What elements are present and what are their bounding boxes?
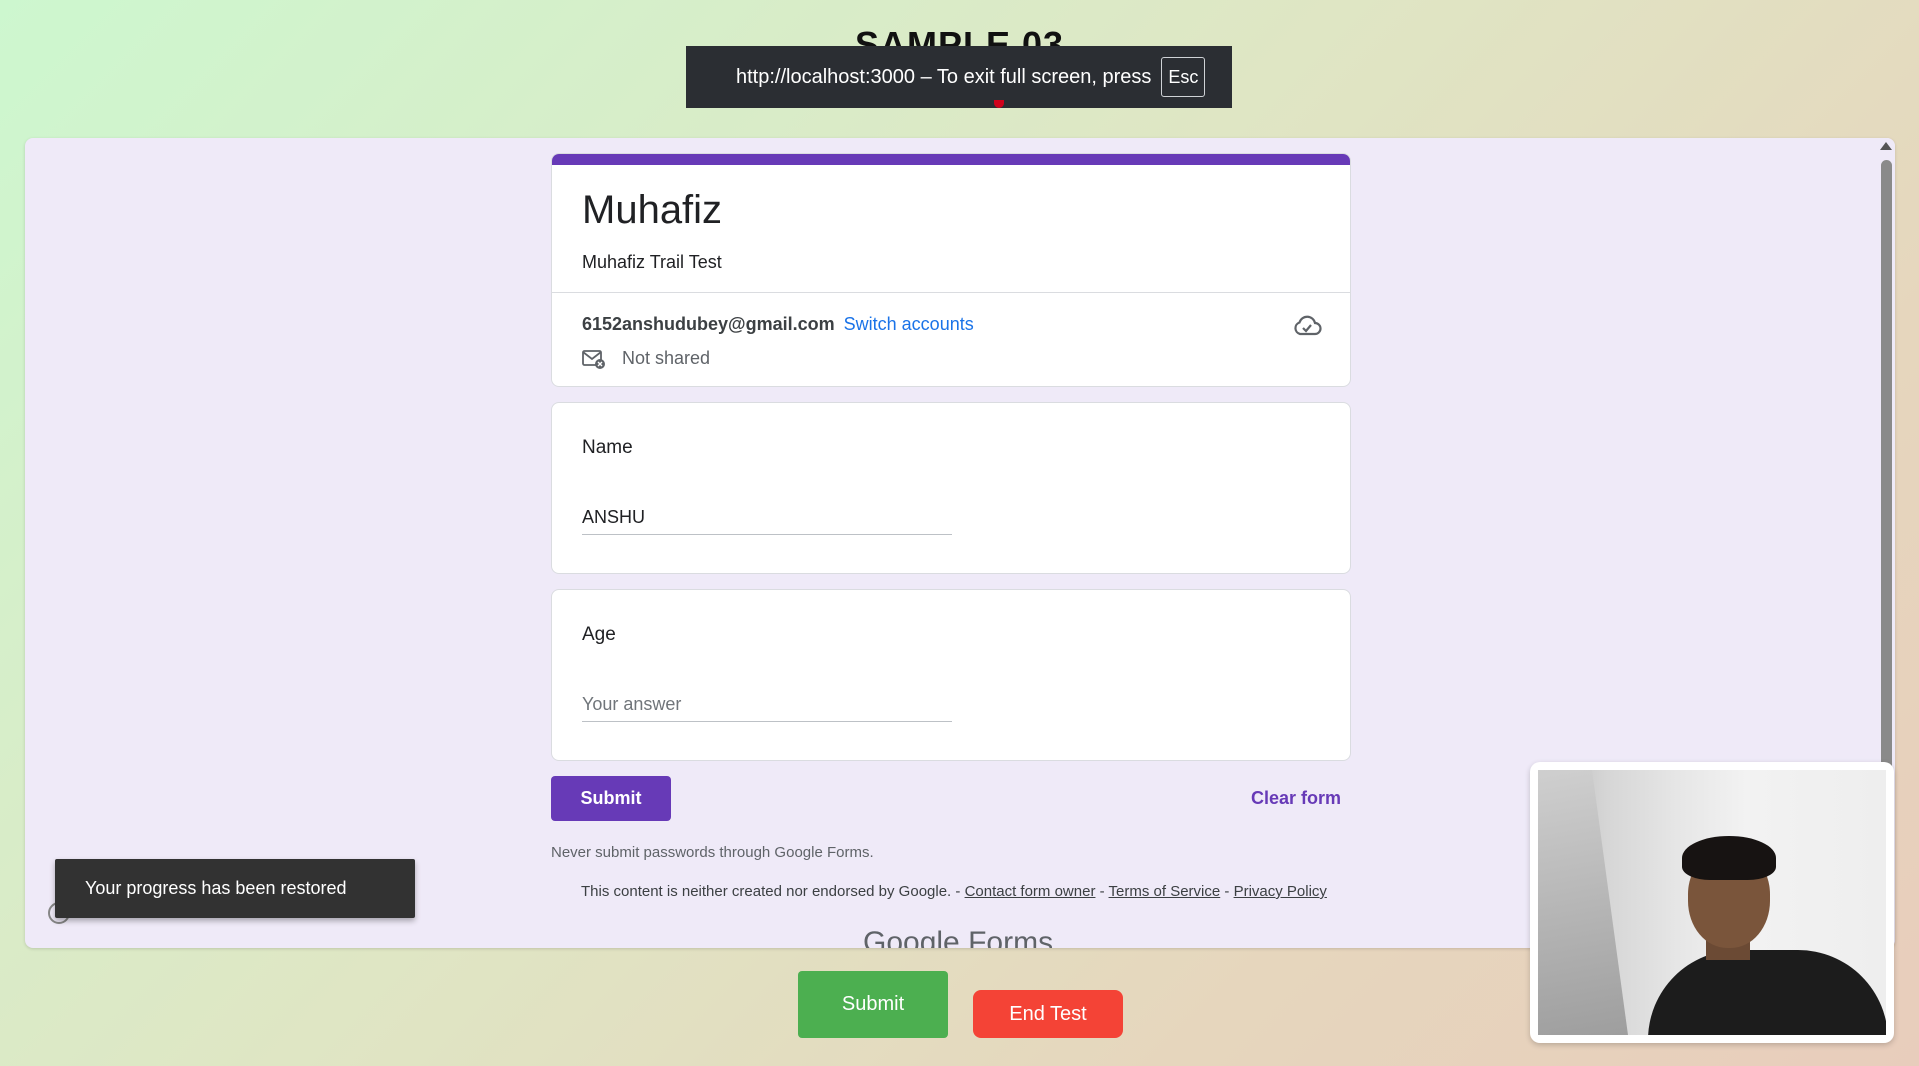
form-header-card: Muhafiz Muhafiz Trail Test 6152anshudube… — [551, 153, 1351, 387]
scroll-up-arrow-icon[interactable] — [1880, 142, 1892, 150]
form-submit-button[interactable]: Submit — [551, 776, 671, 821]
age-input[interactable] — [582, 688, 952, 722]
shared-status-row: Not shared — [582, 348, 710, 369]
shared-status: Not shared — [622, 348, 711, 368]
toast-message: Your progress has been restored — [85, 878, 347, 898]
footer-separator: - — [1099, 883, 1105, 900]
end-test-button[interactable]: End Test — [973, 990, 1123, 1038]
form-footer: This content is neither created nor endo… — [581, 883, 1327, 900]
name-input[interactable] — [582, 501, 952, 535]
question-label: Name — [582, 437, 633, 458]
footer-disclaimer: This content is neither created nor endo… — [581, 883, 961, 900]
clear-form-button[interactable]: Clear form — [1251, 788, 1341, 809]
mail-not-shared-icon — [582, 349, 605, 369]
password-warning: Never submit passwords through Google Fo… — [551, 844, 874, 861]
google-forms-logo[interactable]: Google Forms — [863, 926, 1053, 948]
account-email: 6152anshudubey@gmail.com — [582, 314, 835, 334]
fullscreen-banner: http://localhost:3000 – To exit full scr… — [686, 46, 1232, 108]
form-description: Muhafiz Trail Test — [582, 252, 722, 272]
progress-restored-toast: Your progress has been restored — [55, 859, 415, 918]
question-card-age: Age — [551, 589, 1351, 761]
contact-form-owner-link[interactable]: Contact form owner — [965, 883, 1096, 900]
question-card-name: Name — [551, 402, 1351, 574]
webcam-video — [1538, 770, 1886, 1035]
header-divider — [552, 292, 1350, 293]
webcam-person-hair — [1682, 836, 1776, 880]
account-row: 6152anshudubey@gmail.com Switch accounts — [582, 314, 974, 335]
footer-separator: - — [1224, 883, 1230, 900]
cloud-check-icon[interactable] — [1292, 314, 1322, 338]
switch-accounts-link[interactable]: Switch accounts — [844, 314, 974, 334]
logo-google: Google — [863, 926, 960, 948]
question-label: Age — [582, 624, 616, 645]
webcam-person-body — [1648, 950, 1886, 1035]
fullscreen-banner-text: http://localhost:3000 – To exit full scr… — [736, 65, 1152, 88]
webcam-preview — [1530, 762, 1894, 1043]
form-title: Muhafiz — [582, 188, 723, 232]
esc-key: Esc — [1161, 57, 1206, 97]
form-accent-bar — [552, 154, 1350, 165]
webcam-background — [1538, 770, 1628, 1035]
privacy-policy-link[interactable]: Privacy Policy — [1234, 883, 1327, 900]
test-submit-button[interactable]: Submit — [798, 971, 948, 1038]
logo-forms: Forms — [968, 926, 1054, 948]
terms-of-service-link[interactable]: Terms of Service — [1109, 883, 1221, 900]
